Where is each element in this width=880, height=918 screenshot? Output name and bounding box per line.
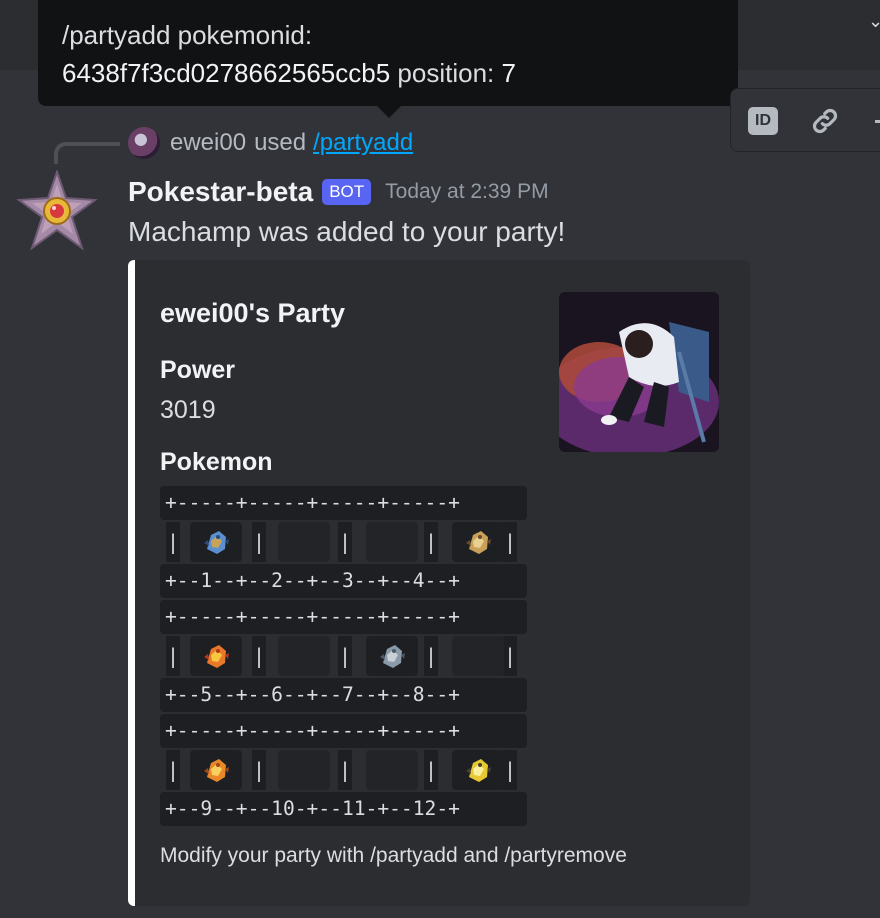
tooltip-line-1: /partyadd pokemonid: <box>62 20 313 50</box>
tooltip-line-2: 6438f7f3cd0278662565ccb5 position: 7 <box>62 54 714 92</box>
grid-pipe: | <box>166 750 180 790</box>
message-header: Pokestar-beta BOT Today at 2:39 PM <box>128 172 549 212</box>
zapdos-sprite-icon <box>466 759 491 782</box>
kabutops-sprite-icon <box>466 531 491 554</box>
grid-pipe: | <box>503 636 517 676</box>
party-slot-2 <box>278 522 330 562</box>
copy-id-button[interactable]: ID <box>745 103 781 139</box>
message-timestamp[interactable]: Today at 2:39 PM <box>385 180 548 204</box>
command-tooltip: /partyadd pokemonid: 6438f7f3cd027866256… <box>38 0 738 106</box>
party-slot-12 <box>452 750 504 790</box>
reply-reference[interactable]: ewei00 used /partyadd <box>128 126 413 160</box>
author-name[interactable]: Pokestar-beta <box>128 176 313 208</box>
party-slot-9 <box>190 750 242 790</box>
party-slot-3 <box>366 522 418 562</box>
more-options-button[interactable] <box>867 103 880 139</box>
party-grid-labels-row-2: +--5--+--6--+--7--+--8--+ <box>160 678 527 712</box>
party-embed: ewei00's Party Power 3019 Pokemon +-----… <box>128 260 750 906</box>
message-hover-toolbar: ID <box>730 88 880 152</box>
party-slot-5 <box>190 636 242 676</box>
message-content: Machamp was added to your party! <box>128 216 566 247</box>
party-slot-4 <box>452 522 504 562</box>
tooltip-pokemonid: 6438f7f3cd0278662565ccb5 <box>62 58 391 88</box>
party-slot-7 <box>366 636 418 676</box>
grid-pipe: | <box>166 636 180 676</box>
tooltip-position-value: 7 <box>501 58 516 88</box>
grid-pipe: | <box>338 522 352 562</box>
charizard-sprite-icon <box>204 759 229 782</box>
grid-pipe: | <box>424 636 438 676</box>
party-grid-border: +-----+-----+-----+-----+ <box>160 486 527 520</box>
copy-link-button[interactable] <box>807 103 843 139</box>
embed-footer: Modify your party with /partyadd and /pa… <box>160 844 627 867</box>
dash-icon <box>875 119 880 123</box>
moltres-sprite-icon <box>204 645 229 668</box>
tooltip-arrow <box>377 106 401 118</box>
party-slot-10 <box>278 750 330 790</box>
party-slot-11 <box>366 750 418 790</box>
blastoise-sprite-icon <box>204 531 229 554</box>
party-grid-labels-row-3: +--9--+--10-+--11-+--12-+ <box>160 792 527 826</box>
field-pokemon-name: Pokemon <box>160 448 273 476</box>
party-slot-1 <box>190 522 242 562</box>
chevron-down-icon[interactable]: ⌄ <box>868 14 880 28</box>
bot-tag: BOT <box>322 179 372 205</box>
reply-username[interactable]: ewei00 <box>170 129 246 157</box>
grid-pipe: | <box>252 750 266 790</box>
grid-pipe: | <box>503 522 517 562</box>
party-slot-8 <box>452 636 504 676</box>
embed-thumbnail-image[interactable] <box>559 292 719 452</box>
party-grid-border: +-----+-----+-----+-----+ <box>160 600 527 634</box>
embed-title: ewei00's Party <box>160 298 346 328</box>
party-grid-labels-row-1: +--1--+--2--+--3--+--4--+ <box>160 564 527 598</box>
reply-command-link[interactable]: /partyadd <box>313 129 413 157</box>
bot-avatar[interactable] <box>16 170 98 252</box>
grid-pipe: | <box>338 750 352 790</box>
machamp-sprite-icon <box>380 645 405 668</box>
id-icon: ID <box>748 107 778 135</box>
field-power-name: Power <box>160 356 236 384</box>
tooltip-position-label: position: <box>390 58 502 88</box>
party-row-1: | | | | | <box>160 522 527 562</box>
grid-pipe: | <box>424 522 438 562</box>
grid-pipe: | <box>338 636 352 676</box>
reply-spine <box>54 142 120 164</box>
link-icon <box>812 108 838 134</box>
party-row-2: | | | | | <box>160 636 527 676</box>
grid-pipe: | <box>166 522 180 562</box>
grid-pipe: | <box>424 750 438 790</box>
grid-pipe: | <box>503 750 517 790</box>
party-grid-border: +-----+-----+-----+-----+ <box>160 714 527 748</box>
user-avatar-mini[interactable] <box>128 127 160 159</box>
reply-used-text: used <box>254 129 307 156</box>
party-row-3: | | | | | <box>160 750 527 790</box>
grid-pipe: | <box>252 522 266 562</box>
party-slot-6 <box>278 636 330 676</box>
grid-pipe: | <box>252 636 266 676</box>
field-power-value: 3019 <box>160 396 216 424</box>
